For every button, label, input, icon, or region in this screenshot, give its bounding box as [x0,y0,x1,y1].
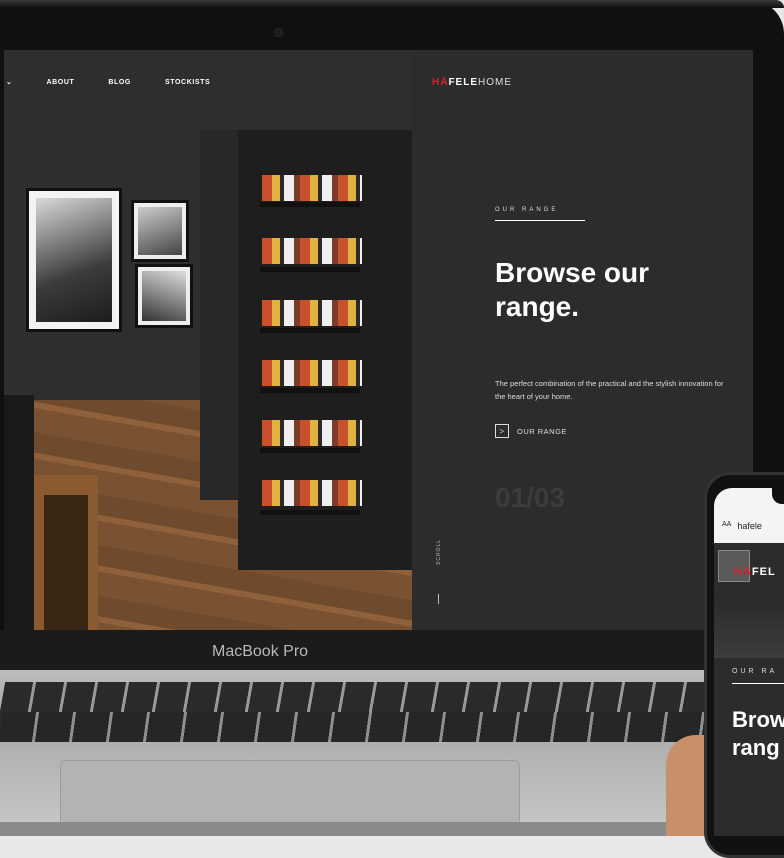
nav-chevron-icon[interactable]: ⌄ [6,78,12,86]
laptop-brand-label: MacBook Pro [212,643,309,660]
hero-headline: Browse our range. [495,257,650,322]
hero-photo: ⌄ ABOUT BLOG STOCKISTS [4,50,412,630]
laptop-frame: ⌄ ABOUT BLOG STOCKISTS HÄFELEHOME OUR RA… [0,0,784,660]
our-range-button[interactable]: > OUR RANGE [495,424,567,438]
keyboard-keys-row2 [0,712,723,742]
hero-body: The perfect combination of the practical… [495,379,724,401]
phone-url-text: hafele [737,521,762,531]
arrow-right-icon: > [495,424,509,438]
trackpad [60,760,520,830]
phone-url-bar[interactable]: AA hafele [722,521,762,531]
cta-label: OUR RANGE [517,426,567,436]
bar-stool [34,475,98,630]
phone-screen: AA hafele HÄFEL OUR RA Brow rang [714,488,784,836]
nav-item-stockists[interactable]: STOCKISTS [165,79,210,86]
webcam [274,28,283,37]
phone-hero-photo [714,598,784,658]
slide-counter: 01/03 [495,482,566,513]
phone-logo-accent: HÄ [734,566,752,578]
framed-photo-small-bottom [135,264,193,328]
phone-notch [772,488,784,504]
phone-headline-line2: rang [732,735,780,760]
nav-item-about[interactable]: ABOUT [46,79,74,86]
laptop-bezel [0,630,784,670]
eyebrow-underline [495,220,585,221]
hero-eyebrow: OUR RANGE [495,207,559,213]
laptop-screen: ⌄ ABOUT BLOG STOCKISTS HÄFELEHOME OUR RA… [4,50,753,630]
kitchen-counter [4,395,34,630]
phone-headline: Brow rang [732,706,784,762]
framed-photo-small-top [131,200,189,262]
logo-suffix: HOME [478,77,513,88]
phone-logo[interactable]: HÄFEL [734,566,776,578]
hero-panel: HÄFELEHOME OUR RANGE Browse our range. T… [412,50,753,630]
phone-headline-line1: Brow [732,707,784,732]
phone-browser-bar: AA hafele [714,488,784,543]
cabinet [200,130,240,500]
phone-eyebrow: OUR RA [732,668,778,675]
site-logo[interactable]: HÄFELEHOME [432,77,512,88]
text-size-icon[interactable]: AA [722,521,731,531]
nav-item-blog[interactable]: BLOG [108,79,131,86]
framed-photo-large [26,188,122,332]
logo-accent: HÄ [432,77,449,88]
main-nav: ⌄ ABOUT BLOG STOCKISTS [4,78,210,87]
phone-eyebrow-underline [732,683,784,684]
scroll-label: SCROLL [436,538,442,565]
logo-main: FELE [448,77,479,88]
scroll-indicator-line [438,594,439,604]
pantry-unit [238,130,412,570]
phone-logo-main: FEL [751,566,776,578]
